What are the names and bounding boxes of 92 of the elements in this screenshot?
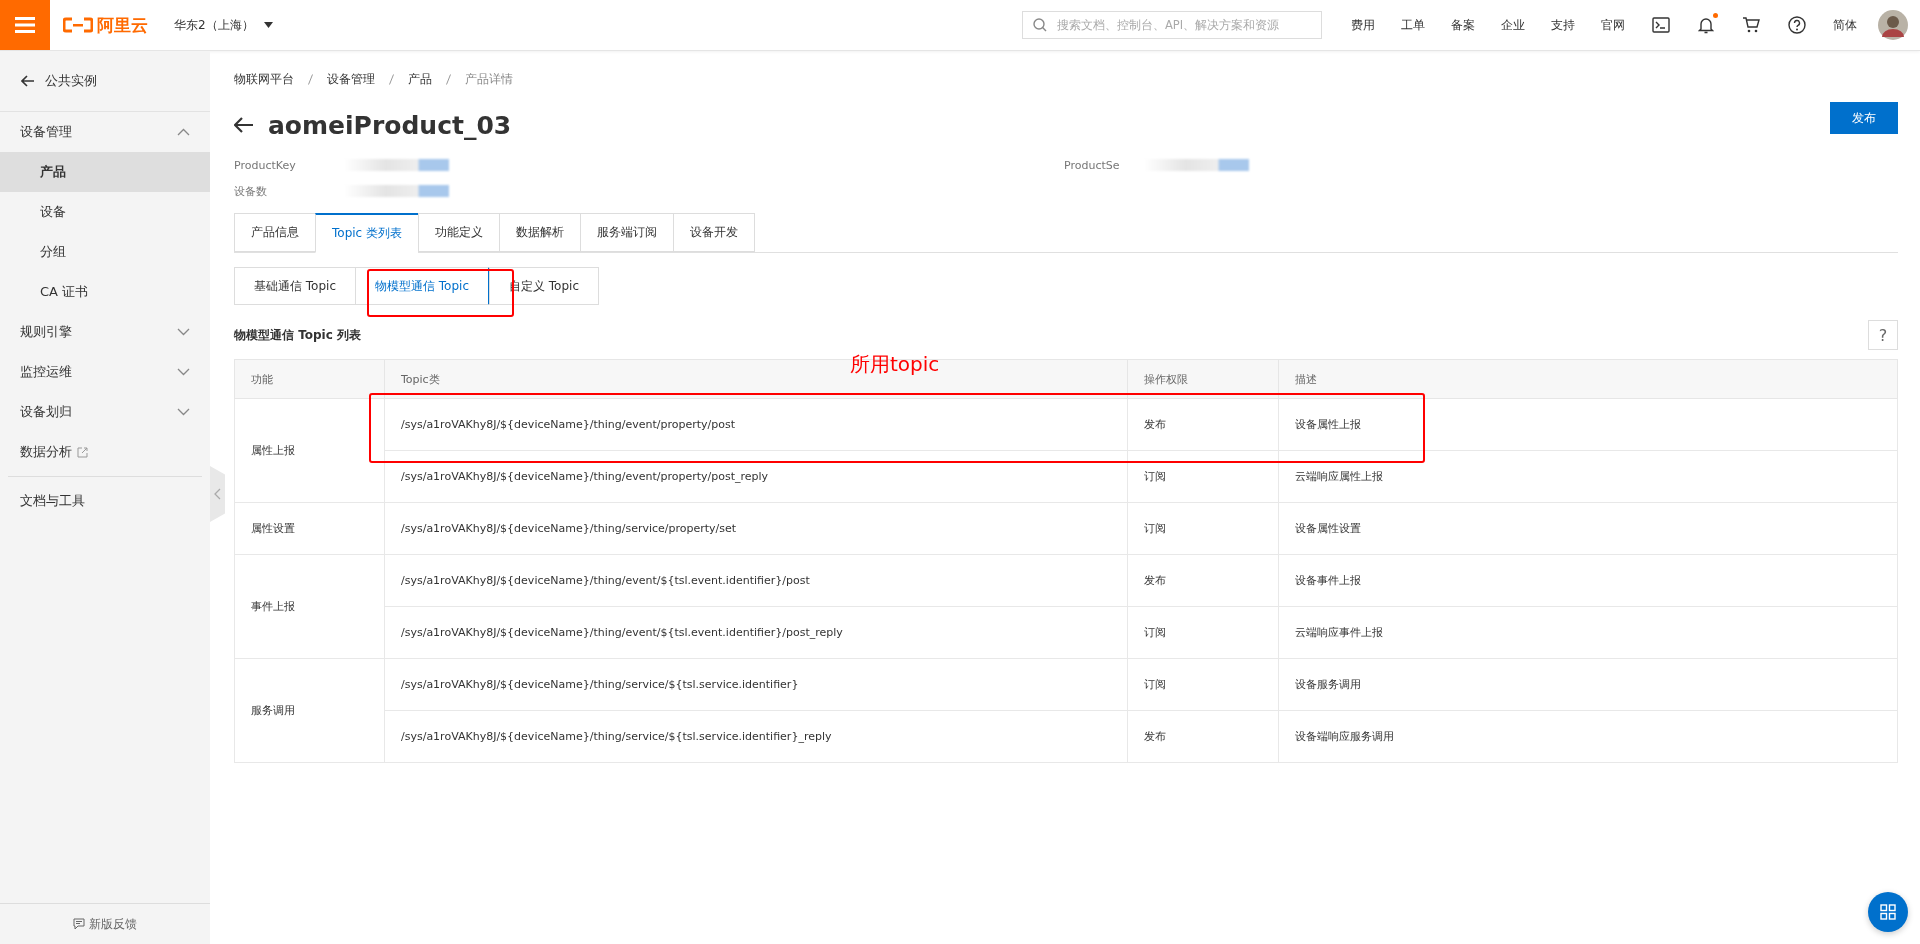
region-selector[interactable]: 华东2（上海） (174, 16, 273, 34)
back-link[interactable]: 公共实例 (0, 51, 210, 112)
terminal-icon[interactable] (1652, 17, 1670, 33)
menu-button[interactable] (0, 0, 50, 50)
sidebar-subitem[interactable]: 分组 (0, 232, 210, 272)
feedback-link[interactable]: 新版反馈 (0, 903, 210, 944)
nav-link[interactable]: 工单 (1401, 16, 1425, 34)
table-cell: /sys/a1roVAKhy8J/${deviceName}/thing/service/${tsl.service.identifier} (384, 658, 1128, 711)
table-cell: 设备属性上报 (1278, 398, 1898, 451)
table-cell: 设备服务调用 (1278, 658, 1898, 711)
table-cell: 设备端响应服务调用 (1278, 710, 1898, 763)
logo-icon (63, 17, 93, 33)
cart-icon[interactable] (1742, 17, 1760, 33)
table-cell: /sys/a1roVAKhy8J/${deviceName}/thing/event/property/post_reply (384, 450, 1128, 503)
chevron-down-icon (177, 328, 190, 336)
table-cell: 服务调用 (234, 658, 385, 763)
section-title: 物模型通信 Topic 列表 (234, 326, 362, 344)
tab[interactable]: 服务端订阅 (580, 213, 673, 252)
help-button[interactable]: ? (1868, 320, 1898, 350)
chevron-left-icon (214, 488, 221, 500)
language-link[interactable]: 简体 (1833, 16, 1857, 34)
nav-link[interactable]: 备案 (1451, 16, 1475, 34)
tab[interactable]: Topic 类列表 (315, 213, 418, 253)
tab[interactable]: 产品信息 (234, 213, 315, 252)
table-cell: /sys/a1roVAKhy8J/${deviceName}/thing/service/property/set (384, 502, 1128, 555)
sidebar-subitem[interactable]: 设备 (0, 192, 210, 232)
nav-link[interactable]: 企业 (1501, 16, 1525, 34)
publish-button[interactable]: 发布 (1830, 102, 1898, 134)
nav-link[interactable]: 官网 (1601, 16, 1625, 34)
page-title: aomeiProduct_03 (268, 110, 512, 140)
sidebar-item[interactable]: 数据分析 (0, 432, 210, 472)
sidebar-item[interactable]: 监控运维 (0, 352, 210, 392)
back-arrow-icon[interactable] (234, 117, 254, 133)
table-cell: 云端响应属性上报 (1278, 450, 1898, 503)
breadcrumb-item[interactable]: 产品 (408, 71, 432, 88)
sidebar-subitem[interactable]: CA 证书 (0, 272, 210, 312)
table-cell: 云端响应事件上报 (1278, 606, 1898, 659)
sub-tab[interactable]: 基础通信 Topic (234, 267, 356, 305)
column-header: 功能 (234, 359, 385, 399)
separator-icon (389, 74, 394, 85)
table-cell: 订阅 (1127, 502, 1279, 555)
nav-link[interactable]: 支持 (1551, 16, 1575, 34)
table-cell: 订阅 (1127, 606, 1279, 659)
table-cell: /sys/a1roVAKhy8J/${deviceName}/thing/event/${tsl.event.identifier}/post_reply (384, 606, 1128, 659)
table-cell: 设备属性设置 (1278, 502, 1898, 555)
table-cell: 事件上报 (234, 554, 385, 659)
table-cell: 设备事件上报 (1278, 554, 1898, 607)
search-field[interactable]: 搜索文档、控制台、API、解决方案和资源 (1022, 11, 1322, 39)
sub-tab[interactable]: 物模型通信 Topic (355, 267, 490, 305)
breadcrumb-item[interactable]: 物联网平台 (234, 71, 294, 88)
bell-icon[interactable] (1698, 16, 1714, 34)
table-cell: /sys/a1roVAKhy8J/${deviceName}/thing/event/${tsl.event.identifier}/post (384, 554, 1128, 607)
table-cell: /sys/a1roVAKhy8J/${deviceName}/thing/event/property/post (384, 398, 1128, 451)
tab[interactable]: 设备开发 (673, 213, 755, 252)
table-cell: 发布 (1127, 554, 1279, 607)
chevron-down-icon (177, 408, 190, 416)
breadcrumb-item: 产品详情 (465, 71, 513, 88)
sidebar-item[interactable]: 文档与工具 (0, 481, 210, 521)
tab[interactable]: 数据解析 (499, 213, 580, 252)
table-cell: 发布 (1127, 710, 1279, 763)
sidebar-item[interactable]: 设备划归 (0, 392, 210, 432)
menu-icon (15, 17, 35, 33)
table-cell: 属性上报 (234, 398, 385, 503)
field-label: 设备数 (234, 183, 268, 199)
nav-link[interactable]: 费用 (1351, 16, 1375, 34)
chevron-up-icon (177, 128, 190, 136)
search-icon (1033, 18, 1047, 32)
chevron-down-icon (177, 368, 190, 376)
breadcrumb-item[interactable]: 设备管理 (327, 71, 375, 88)
separator-icon (308, 74, 313, 85)
tab[interactable]: 功能定义 (418, 213, 499, 252)
table-cell: 订阅 (1127, 658, 1279, 711)
help-icon[interactable] (1788, 16, 1806, 34)
avatar[interactable] (1878, 10, 1908, 40)
table-cell: 订阅 (1127, 450, 1279, 503)
sidebar-subitem[interactable]: 产品 (0, 152, 210, 192)
grid-icon (1880, 904, 1896, 920)
table-cell: /sys/a1roVAKhy8J/${deviceName}/thing/service/${tsl.service.identifier}_reply (384, 710, 1128, 763)
field-label: ProductSe (1064, 158, 1121, 172)
annotation-label: 所用topic (850, 351, 940, 378)
sidebar-item[interactable]: 规则引擎 (0, 312, 210, 352)
caret-icon (263, 22, 273, 28)
sidebar-item[interactable]: 设备管理 (0, 112, 210, 152)
column-header: 描述 (1278, 359, 1898, 399)
comment-icon (73, 918, 85, 930)
table-cell: 属性设置 (234, 502, 385, 555)
separator-icon (446, 74, 451, 85)
table-cell: 发布 (1127, 398, 1279, 451)
column-header: 操作权限 (1127, 359, 1279, 399)
field-label: ProductKey (234, 158, 297, 172)
apps-button[interactable] (1868, 892, 1908, 932)
back-arrow-icon (21, 75, 35, 87)
